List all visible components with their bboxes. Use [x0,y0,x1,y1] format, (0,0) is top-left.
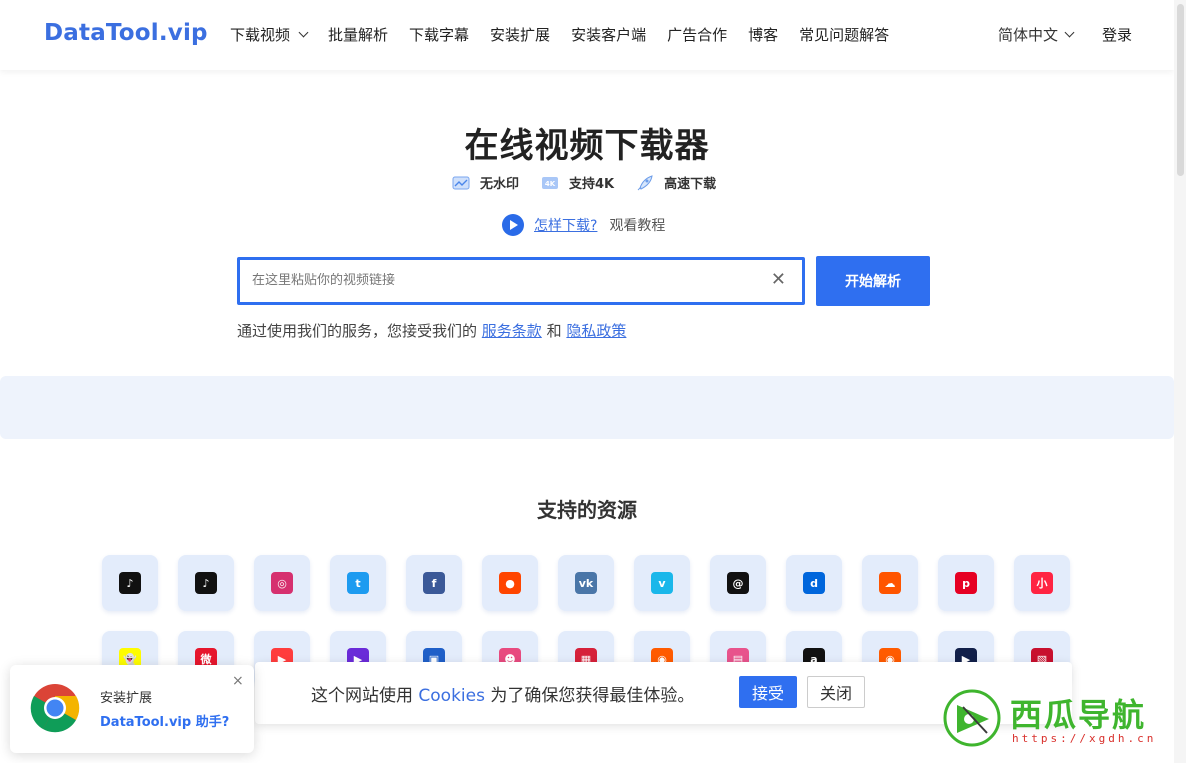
terms-prefix: 通过使用我们的服务，您接受我们的 [237,322,478,340]
nav-item-ad-partnership[interactable]: 广告合作 [667,24,727,45]
tiktok-icon: ♪ [119,572,141,594]
close-icon[interactable]: × [232,673,244,689]
page: DataTool.vip 下载视频 批量解析 下载字幕 安装扩展 安装客户端 广… [0,0,1186,763]
language-label: 简体中文 [998,26,1059,44]
extension-popup: 安装扩展 DataTool.vip 助手? × [10,665,254,753]
nav-item-faq[interactable]: 常见问题解答 [799,24,889,45]
pinterest-icon: p [955,572,977,594]
douyin-icon: ♪ [195,572,217,594]
source-tile[interactable]: v [634,555,690,611]
source-tile[interactable]: ♪ [102,555,158,611]
terms-notice: 通过使用我们的服务，您接受我们的 服务条款 和 隐私政策 [237,320,626,341]
nav-item-install-client[interactable]: 安装客户端 [571,24,646,45]
url-input-box: ✕ [237,257,805,305]
nav-item-label: 下载字幕 [409,26,470,44]
4k-icon: 4K [541,175,559,191]
source-tile[interactable]: ● [482,555,538,611]
watermark-name: 西瓜导航 [1010,696,1147,734]
nav-item-label: 广告合作 [667,26,728,44]
feature-no-watermark: 无水印 [452,173,519,192]
howto-link[interactable]: 怎样下载? [534,215,597,235]
nav-item-label: 安装客户端 [571,26,647,44]
nav-item-label: 下载视频 [230,26,291,44]
feature-label: 无水印 [480,177,520,192]
nav-item-label: 安装扩展 [490,26,551,44]
chevron-down-icon [1064,27,1075,38]
terms-and: 和 [546,322,562,340]
dailymotion-icon: d [803,572,825,594]
nav-item-install-extension[interactable]: 安装扩展 [490,24,550,45]
clear-icon[interactable]: ✕ [771,269,786,290]
source-tile[interactable]: ◎ [254,555,310,611]
vimeo-icon: v [651,572,673,594]
source-tile[interactable]: f [406,555,462,611]
watermark-url: https://xgdh.cn [1012,732,1157,745]
cookie-message: 这个网站使用 Cookies 为了确保您获得最佳体验。 [311,681,694,706]
page-title: 在线视频下载器 [464,126,710,166]
nav-item-batch-parse[interactable]: 批量解析 [328,24,388,45]
feature-label: 支持4K [569,177,615,192]
reddit-icon: ● [499,572,521,594]
scrollbar-thumb[interactable] [1177,4,1184,176]
language-selector[interactable]: 简体中文 [998,24,1075,45]
video-url-input[interactable] [252,273,752,288]
top-header: DataTool.vip 下载视频 批量解析 下载字幕 安装扩展 安装客户端 广… [0,0,1174,70]
nav-item-label: 博客 [748,26,779,44]
feature-4k: 4K 支持4K [541,173,614,192]
rocket-icon [636,174,654,191]
feature-fast-download: 高速下载 [636,173,716,192]
site-logo[interactable]: DataTool.vip [44,20,208,46]
cookie-text-after: 为了确保您获得最佳体验。 [490,686,695,706]
main-nav: 下载视频 批量解析 下载字幕 安装扩展 安装客户端 广告合作 博客 常见问题解答 [230,24,889,45]
source-tile[interactable]: t [330,555,386,611]
source-tile[interactable]: ☁ [862,555,918,611]
howto-text: 观看教程 [609,218,666,234]
chrome-icon [30,684,80,733]
feature-label: 高速下载 [664,177,717,192]
source-tile[interactable]: ♪ [178,555,234,611]
accept-cookies-button[interactable]: 接受 [739,676,797,708]
nav-item-blog[interactable]: 博客 [748,24,778,45]
chevron-down-icon [298,27,309,38]
nav-item-label: 常见问题解答 [799,26,890,44]
ad-banner-area [0,376,1174,439]
extension-link[interactable]: DataTool.vip 助手? [100,711,229,730]
page-scrollbar[interactable] [1174,0,1186,763]
vk-icon: vk [575,572,597,594]
soundcloud-icon: ☁ [879,572,901,594]
privacy-policy-link[interactable]: 隐私政策 [566,322,626,340]
source-tile[interactable]: p [938,555,994,611]
source-tile[interactable]: vk [558,555,614,611]
terms-of-service-link[interactable]: 服务条款 [482,322,542,340]
xiaohongshu-icon: 小 [1031,572,1053,594]
no-watermark-icon [452,175,470,191]
source-tile[interactable]: 小 [1014,555,1070,611]
source-tile[interactable]: d [786,555,842,611]
play-icon[interactable] [502,214,524,236]
start-parse-button[interactable]: 开始解析 [816,256,930,306]
nav-item-download-video[interactable]: 下载视频 [230,24,309,45]
howto-row: 怎样下载? 观看教程 [502,214,665,236]
extension-title: 安装扩展 [100,691,153,706]
threads-icon: @ [727,572,749,594]
site-watermark: 西瓜导航 https://xgdh.cn [940,686,1180,752]
close-cookies-button[interactable]: 关闭 [807,676,865,708]
source-tile[interactable]: @ [710,555,766,611]
instagram-icon: ◎ [271,572,293,594]
facebook-icon: f [423,572,445,594]
twitter-icon: t [347,572,369,594]
sources-title: 支持的资源 [537,498,637,522]
svg-text:4K: 4K [545,180,556,188]
watermelon-logo-icon [943,689,1001,747]
login-link[interactable]: 登录 [1102,24,1132,45]
cookie-text-before: 这个网站使用 [311,686,413,706]
nav-item-label: 批量解析 [328,26,389,44]
nav-item-download-subtitles[interactable]: 下载字幕 [409,24,469,45]
cookies-word: Cookies [418,686,485,706]
feature-list: 无水印 4K 支持4K 高速下载 [452,173,716,192]
